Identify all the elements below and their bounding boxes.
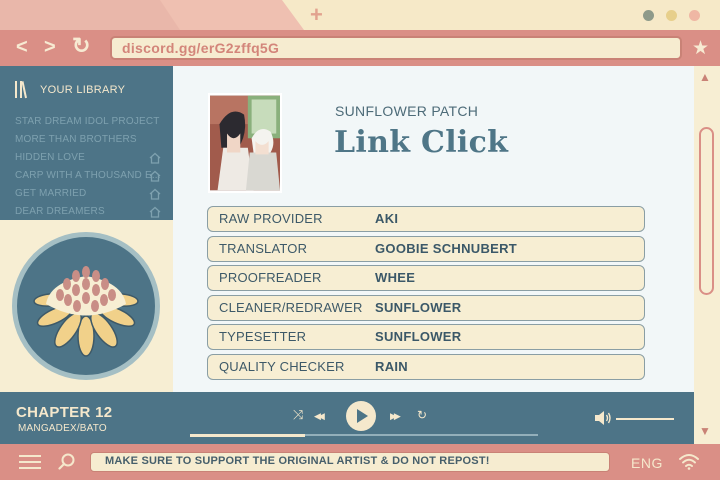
- credit-row: PROOFREADER WHEE: [207, 265, 645, 291]
- credit-row: CLEANER/REDRAWER SUNFLOWER: [207, 295, 645, 321]
- url-text: discord.gg/erG2zffq5G: [122, 40, 280, 56]
- new-tab-plus-icon[interactable]: +: [310, 3, 323, 27]
- progress-fill: [190, 434, 305, 437]
- library-item-label: DEAR DREAMERS: [15, 206, 105, 217]
- chapter-label: CHAPTER 12: [16, 404, 113, 421]
- library-item-label: HIDDEN LOVE: [15, 152, 85, 163]
- forward-arrow-icon[interactable]: >: [44, 36, 56, 58]
- library-item[interactable]: HIDDEN LOVE: [15, 149, 161, 167]
- home-icon: [149, 206, 161, 218]
- window-maximize-icon[interactable]: [666, 10, 677, 21]
- notice-text: MAKE SURE TO SUPPORT THE ORIGINAL ARTIST…: [105, 455, 490, 467]
- scanlation-group-name: SUNFLOWER PATCH: [335, 103, 479, 119]
- library-item[interactable]: GET MARRIED: [15, 185, 161, 203]
- credit-name: SUNFLOWER: [375, 300, 462, 315]
- series-title: Link Click: [334, 125, 509, 160]
- browser-tab-active[interactable]: [282, 0, 720, 30]
- credit-role: PROOFREADER: [219, 270, 322, 285]
- credit-row: TRANSLATOR GOOBIE SCHNUBERT: [207, 236, 645, 262]
- notice-banner: MAKE SURE TO SUPPORT THE ORIGINAL ARTIST…: [90, 452, 610, 472]
- address-bar[interactable]: discord.gg/erG2zffq5G: [110, 36, 682, 60]
- play-icon: [357, 409, 368, 423]
- window-minimize-icon[interactable]: [643, 10, 654, 21]
- library-item-label: GET MARRIED: [15, 188, 87, 199]
- sunflower-logo-icon: [33, 266, 139, 357]
- volume-icon[interactable]: [594, 410, 612, 426]
- library-title: YOUR LIBRARY: [40, 84, 126, 96]
- credit-row: RAW PROVIDER AKI: [207, 206, 645, 232]
- credit-role: TRANSLATOR: [219, 241, 308, 256]
- credit-name: GOOBIE SCHNUBERT: [375, 241, 518, 256]
- window-close-icon[interactable]: [689, 10, 700, 21]
- credit-role: TYPESETTER: [219, 329, 307, 344]
- credit-name: AKI: [375, 211, 399, 226]
- library-item-label: STAR DREAM IDOL PROJECT: [15, 116, 160, 127]
- credit-row: QUALITY CHECKER RAIN: [207, 354, 645, 380]
- credit-role: CLEANER/REDRAWER: [219, 300, 363, 315]
- chapter-source: MANGADEX/BATO: [18, 423, 107, 434]
- language-indicator[interactable]: ENG: [631, 455, 663, 471]
- wifi-icon[interactable]: [678, 452, 700, 470]
- credit-role: RAW PROVIDER: [219, 211, 323, 226]
- volume-slider[interactable]: [616, 418, 674, 420]
- scrollbar-thumb[interactable]: [699, 127, 714, 295]
- browser-tab-1[interactable]: [0, 0, 185, 30]
- bookmark-star-icon[interactable]: ★: [692, 37, 709, 60]
- search-icon[interactable]: [58, 453, 76, 471]
- library-item[interactable]: STAR DREAM IDOL PROJECT: [15, 113, 161, 131]
- library-icon: [14, 81, 32, 99]
- home-icon: [149, 188, 161, 200]
- previous-track-icon[interactable]: ◀◀: [314, 409, 325, 423]
- reload-icon[interactable]: ↻: [72, 35, 90, 57]
- back-arrow-icon[interactable]: <: [16, 36, 28, 58]
- shuffle-icon[interactable]: ⤨: [293, 408, 303, 422]
- library-item-label: CARP WITH A THOUSAND E...: [15, 170, 161, 181]
- scroll-up-icon[interactable]: ▲: [699, 70, 711, 84]
- menu-icon[interactable]: [19, 455, 41, 469]
- series-cover-image: [208, 93, 282, 193]
- play-button[interactable]: [346, 401, 376, 431]
- library-item[interactable]: DEAR DREAMERS: [15, 203, 161, 221]
- credit-name: RAIN: [375, 359, 408, 374]
- credit-row: TYPESETTER SUNFLOWER: [207, 324, 645, 350]
- home-icon: [149, 152, 161, 164]
- repeat-icon[interactable]: ↻: [417, 408, 427, 422]
- next-track-icon[interactable]: ▶▶: [390, 409, 401, 423]
- credit-name: WHEE: [375, 270, 416, 285]
- library-item[interactable]: CARP WITH A THOUSAND E...: [15, 167, 161, 185]
- home-icon: [149, 170, 161, 182]
- library-item-label: MORE THAN BROTHERS: [15, 134, 137, 145]
- credit-role: QUALITY CHECKER: [219, 359, 345, 374]
- credit-name: SUNFLOWER: [375, 329, 462, 344]
- library-item[interactable]: MORE THAN BROTHERS: [15, 131, 161, 149]
- scroll-down-icon[interactable]: ▼: [699, 424, 711, 438]
